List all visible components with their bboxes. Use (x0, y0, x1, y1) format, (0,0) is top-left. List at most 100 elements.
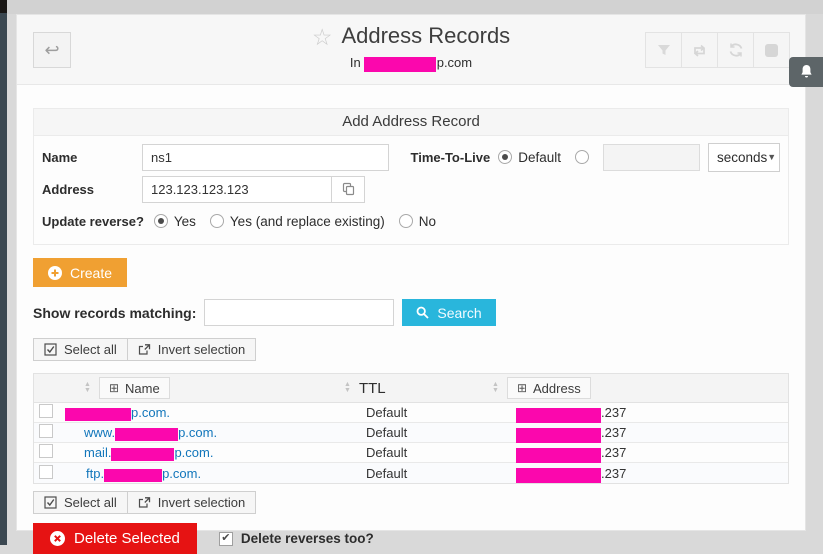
record-name-link[interactable]: mail.p.com. (62, 445, 366, 460)
squared-plus-icon: ⊞ (517, 381, 527, 395)
ttl-custom-radio[interactable] (575, 150, 589, 164)
search-button[interactable]: Search (402, 299, 495, 326)
table-row: p.com. Default .237 (34, 403, 788, 423)
header-toolbar (646, 32, 790, 68)
search-row: Show records matching: Search (33, 299, 789, 326)
sort-address-control[interactable]: ▲▼ (492, 382, 499, 394)
bell-icon (799, 64, 814, 80)
paste-ip-button[interactable] (332, 176, 365, 203)
records-search-input[interactable] (204, 299, 394, 326)
row-checkbox[interactable] (39, 424, 53, 438)
squared-plus-icon: ⊞ (109, 381, 119, 395)
ttl-default-radio[interactable] (498, 150, 512, 164)
row-checkbox[interactable] (39, 465, 53, 479)
select-caret-icon: ▼ (767, 152, 776, 162)
update-reverse-no-label: No (419, 214, 436, 229)
sort-name-control[interactable]: ▲▼ (84, 382, 91, 394)
select-all-label: Select all (64, 495, 117, 510)
filter-icon (656, 42, 672, 58)
address-column-button[interactable]: ⊞ Address (507, 377, 591, 399)
recheck-button[interactable] (681, 32, 718, 68)
search-label: Show records matching: (33, 305, 196, 321)
select-all-button[interactable]: Select all (33, 491, 128, 514)
redaction-name (104, 469, 162, 482)
name-column-label: Name (125, 381, 160, 396)
address-label: Address (42, 182, 142, 197)
invert-selection-button[interactable]: Invert selection (127, 491, 256, 514)
search-icon (416, 306, 429, 319)
address-records-panel: ↩ (16, 14, 806, 531)
search-button-label: Search (437, 305, 481, 321)
redaction-domain (364, 57, 436, 72)
name-input[interactable] (142, 144, 389, 171)
update-reverse-replace-radio[interactable] (210, 214, 224, 228)
invert-selection-button[interactable]: Invert selection (127, 338, 256, 361)
copy-icon (342, 182, 355, 196)
address-row: Address (42, 173, 780, 205)
notifications-bell-tab[interactable] (789, 57, 823, 87)
ttl-unit-value: seconds (717, 150, 767, 165)
panel-header: ↩ (17, 15, 805, 85)
create-button[interactable]: Create (33, 258, 127, 287)
record-name-link[interactable]: www.p.com. (62, 425, 366, 440)
selection-controls-top: Select all Invert selection (33, 338, 789, 361)
update-reverse-yes-radio[interactable] (154, 214, 168, 228)
share-square-icon (138, 496, 151, 509)
ttl-default-label: Default (518, 150, 561, 165)
name-row: Name Time-To-Live Default seconds ▼ (42, 141, 780, 173)
refresh-button[interactable] (717, 32, 754, 68)
name-column-button[interactable]: ⊞ Name (99, 377, 170, 399)
redaction-address (516, 448, 601, 463)
ttl-column-label: TTL (359, 380, 386, 397)
address-column-label: Address (533, 381, 581, 396)
update-reverse-label: Update reverse? (42, 214, 144, 229)
table-row: www.p.com. Default .237 (34, 423, 788, 443)
update-reverse-row: Update reverse? Yes Yes (and replace exi… (42, 205, 780, 237)
record-address: .237 (516, 425, 788, 440)
check-square-icon (44, 343, 57, 356)
invert-selection-label: Invert selection (158, 495, 245, 510)
x-circle-icon (50, 531, 65, 546)
ttl-unit-select[interactable]: seconds ▼ (708, 143, 780, 172)
redaction-name (111, 448, 174, 461)
redaction-name (65, 408, 131, 421)
record-address: .237 (516, 445, 788, 460)
invert-selection-label: Invert selection (158, 342, 245, 357)
plus-circle-icon (48, 266, 62, 280)
update-reverse-no-radio[interactable] (399, 214, 413, 228)
back-arrow-icon: ↩ (44, 40, 59, 61)
sort-ttl-control[interactable]: ▲▼ (344, 382, 351, 394)
repeat-icon (691, 43, 708, 58)
name-label: Name (42, 150, 142, 165)
address-input[interactable] (142, 176, 332, 203)
redaction-address (516, 408, 601, 423)
record-name-link[interactable]: p.com. (62, 405, 366, 420)
row-checkbox[interactable] (39, 404, 53, 418)
record-address: .237 (516, 405, 788, 420)
add-record-form: Add Address Record Name Time-To-Live Def… (33, 108, 789, 245)
select-all-button[interactable]: Select all (33, 338, 128, 361)
delete-selected-button[interactable]: Delete Selected (33, 523, 197, 554)
delete-reverses-checkbox[interactable]: ✔ (219, 532, 233, 546)
subtitle-prefix: In (350, 55, 361, 70)
selection-controls-bottom: Select all Invert selection (33, 491, 789, 514)
record-ttl: Default (366, 405, 516, 420)
check-square-icon (44, 496, 57, 509)
ttl-value-input[interactable] (603, 144, 700, 171)
records-table: ▲▼ ⊞ Name ▲▼ TTL ▲▼ ⊞ Address (33, 373, 789, 484)
stop-button[interactable] (753, 32, 790, 68)
record-name-link[interactable]: ftp.p.com. (62, 466, 366, 481)
redaction-address (516, 468, 601, 483)
record-ttl: Default (366, 466, 516, 481)
back-button[interactable]: ↩ (33, 32, 71, 68)
sidebar-edge-top (0, 0, 7, 13)
filter-button[interactable] (645, 32, 682, 68)
favorite-star-icon[interactable]: ☆ (312, 24, 333, 50)
page-title: Address Records (341, 23, 510, 48)
update-reverse-yes-label: Yes (174, 214, 196, 229)
record-address: .237 (516, 466, 788, 481)
redaction-address (516, 428, 601, 443)
check-icon: ✔ (221, 533, 230, 544)
row-checkbox[interactable] (39, 444, 53, 458)
update-reverse-replace-label: Yes (and replace existing) (230, 214, 385, 229)
